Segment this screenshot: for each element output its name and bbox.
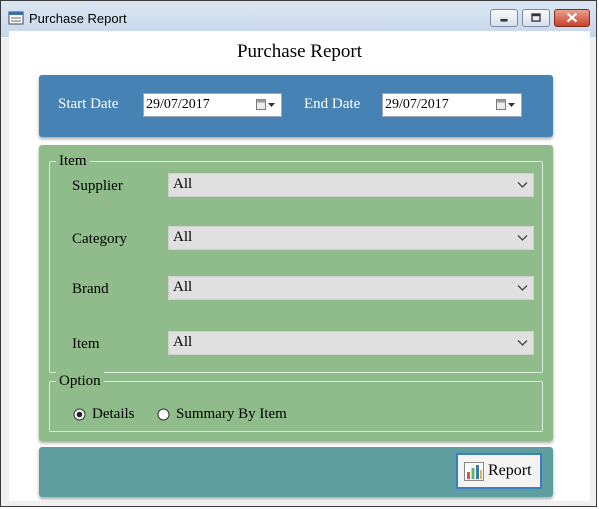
summary-by-item-radio-label: Summary By Item: [176, 406, 287, 422]
chevron-down-icon: [517, 235, 528, 241]
purchase-report-window: Purchase Report Purchase Report Start Da…: [0, 0, 597, 507]
item-value: All: [173, 334, 193, 350]
close-button[interactable]: [554, 9, 590, 27]
start-date-label: Start Date: [58, 96, 119, 112]
radio-selected-icon: [73, 408, 86, 421]
form-body: Purchase Report Start Date 29/07/2017 En…: [9, 31, 590, 501]
report-button-label: Report: [488, 462, 532, 479]
option-group-legend: Option: [56, 372, 104, 390]
window-title: Purchase Report: [29, 11, 127, 26]
report-button[interactable]: Report: [456, 453, 542, 489]
date-range-panel: Start Date 29/07/2017 End Date 29/07/201…: [39, 75, 553, 137]
maximize-icon: [531, 13, 541, 22]
category-select[interactable]: All: [168, 226, 534, 250]
start-date-picker[interactable]: 29/07/2017: [143, 93, 282, 117]
brand-select[interactable]: All: [168, 276, 534, 300]
close-icon: [566, 12, 578, 23]
action-panel: Report: [39, 447, 553, 497]
end-date-picker[interactable]: 29/07/2017: [382, 93, 522, 117]
item-group-box: Item Supplier All Category All Brand All…: [49, 152, 543, 373]
end-date-value: 29/07/2017: [385, 97, 449, 112]
supplier-label: Supplier: [72, 178, 123, 194]
page-title: Purchase Report: [236, 41, 363, 62]
chart-icon: [464, 462, 484, 481]
chevron-down-icon: [517, 182, 528, 188]
item-select[interactable]: All: [168, 331, 534, 355]
item-label: Item: [72, 336, 100, 352]
chevron-down-icon: [517, 340, 528, 346]
item-group-legend: Item: [56, 152, 90, 170]
calendar-dropdown-icon[interactable]: [256, 99, 276, 111]
filter-panel: Item Supplier All Category All Brand All…: [39, 145, 553, 441]
supplier-value: All: [173, 176, 193, 192]
minimize-button[interactable]: [490, 9, 518, 27]
brand-value: All: [173, 279, 193, 295]
maximize-button[interactable]: [522, 9, 550, 27]
calendar-dropdown-icon[interactable]: [496, 99, 516, 111]
radio-unselected-icon: [157, 408, 170, 421]
brand-label: Brand: [72, 281, 109, 297]
category-value: All: [173, 229, 193, 245]
report-app-icon: [8, 11, 24, 25]
minimize-icon: [500, 18, 508, 22]
start-date-value: 29/07/2017: [146, 97, 210, 112]
option-group-box: Option Details Summary By Item: [49, 372, 543, 432]
chevron-down-icon: [517, 285, 528, 291]
end-date-label: End Date: [304, 96, 361, 112]
details-radio-label: Details: [92, 406, 135, 422]
supplier-select[interactable]: All: [168, 173, 534, 197]
category-label: Category: [72, 231, 127, 247]
